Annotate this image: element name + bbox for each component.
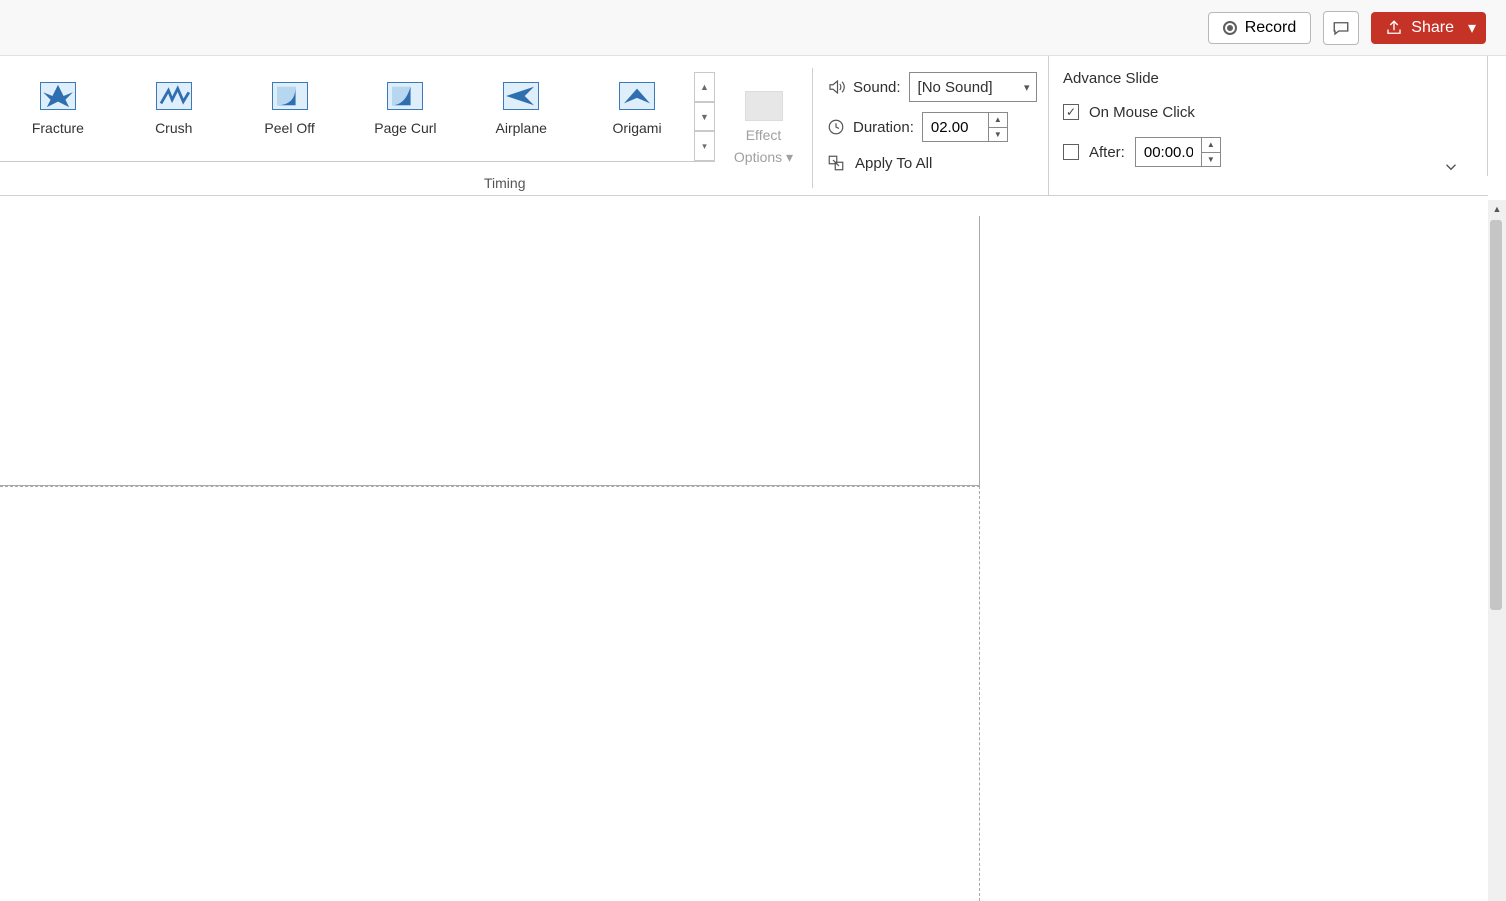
share-icon (1385, 19, 1403, 37)
gallery-label: Origami (613, 120, 662, 136)
gallery-item-peel-off[interactable]: Peel Off (232, 72, 348, 161)
sound-select[interactable]: [No Sound] (909, 72, 1037, 102)
group-separator (1487, 56, 1488, 176)
advance-slide-title: Advance Slide (1063, 70, 1488, 87)
advance-slide-group: Advance Slide On Mouse Click After: ▲ ▼ (1048, 56, 1488, 195)
apply-all-label: Apply To All (855, 155, 932, 172)
after-up[interactable]: ▲ (1202, 138, 1220, 153)
clock-icon (827, 118, 845, 136)
after-label: After: (1089, 144, 1125, 161)
apply-to-all-button[interactable]: Apply To All (827, 150, 1048, 176)
record-button[interactable]: Record (1208, 12, 1312, 44)
after-spinner: ▲ ▼ (1135, 137, 1221, 167)
duration-label: Duration: (853, 119, 914, 136)
record-label: Record (1245, 19, 1297, 37)
sound-icon (827, 78, 845, 96)
transitions-ribbon: Fracture Crush Peel Off Page Curl Airpla… (0, 56, 1488, 196)
peel-off-icon (272, 82, 308, 110)
gallery-more[interactable]: ▾ (694, 131, 714, 161)
gallery-label: Airplane (496, 120, 547, 136)
after-input[interactable] (1135, 137, 1201, 167)
after-down[interactable]: ▼ (1202, 153, 1220, 167)
title-bar: Record Share ▾ (0, 0, 1506, 56)
document-preview-area (0, 216, 980, 486)
gallery-row-up[interactable]: ▲ (694, 72, 714, 102)
timing-group-left: Sound: [No Sound] Duration: ▲ ▼ Apply To… (813, 56, 1048, 195)
effect-options-button[interactable]: Effect Options ▾ (715, 68, 813, 188)
chevron-down-icon[interactable]: ▾ (1468, 18, 1476, 38)
duration-up[interactable]: ▲ (989, 113, 1007, 128)
transition-gallery: Fracture Crush Peel Off Page Curl Airpla… (0, 72, 715, 162)
duration-spinner: ▲ ▼ (922, 112, 1008, 142)
gallery-item-fracture[interactable]: Fracture (0, 72, 116, 161)
share-label: Share (1411, 19, 1454, 37)
gallery-label: Fracture (32, 120, 84, 136)
slide-canvas[interactable] (0, 486, 980, 901)
gallery-scroll-controls: ▲ ▼ ▾ (694, 72, 714, 161)
on-mouse-click-checkbox[interactable] (1063, 104, 1079, 120)
gallery-item-airplane[interactable]: Airplane (463, 72, 579, 161)
scroll-thumb[interactable] (1490, 220, 1502, 610)
gallery-item-crush[interactable]: Crush (116, 72, 232, 161)
gallery-label: Peel Off (264, 120, 314, 136)
gallery-item-page-curl[interactable]: Page Curl (347, 72, 463, 161)
duration-input[interactable] (922, 112, 988, 142)
share-button[interactable]: Share ▾ (1371, 12, 1486, 44)
page-curl-icon (387, 82, 423, 110)
apply-all-icon (827, 154, 845, 172)
ribbon-expand-button[interactable] (1442, 158, 1460, 181)
effect-options-label2: Options ▾ (734, 149, 793, 166)
gallery-item-origami[interactable]: Origami (579, 72, 695, 161)
sound-value: [No Sound] (918, 79, 993, 96)
after-checkbox[interactable] (1063, 144, 1079, 160)
group-label-timing: Timing (484, 175, 526, 191)
vertical-scrollbar: ▲ (1488, 200, 1506, 901)
airplane-icon (503, 82, 539, 110)
sound-label: Sound: (853, 79, 901, 96)
effect-options-icon (745, 91, 783, 121)
gallery-row-down[interactable]: ▼ (694, 102, 714, 132)
comments-button[interactable] (1323, 11, 1359, 45)
chevron-down-icon: ▾ (786, 149, 793, 165)
chevron-down-icon (1442, 158, 1460, 176)
effect-options-label1: Effect (746, 127, 782, 143)
record-icon (1223, 21, 1237, 35)
comment-icon (1332, 19, 1350, 37)
gallery-label: Crush (155, 120, 192, 136)
crush-icon (156, 82, 192, 110)
transition-gallery-items: Fracture Crush Peel Off Page Curl Airpla… (0, 72, 695, 161)
gallery-label: Page Curl (374, 120, 436, 136)
fracture-icon (40, 82, 76, 110)
scroll-line-up[interactable]: ▲ (1488, 200, 1506, 218)
on-mouse-click-label: On Mouse Click (1089, 104, 1195, 121)
origami-icon (619, 82, 655, 110)
duration-down[interactable]: ▼ (989, 128, 1007, 142)
